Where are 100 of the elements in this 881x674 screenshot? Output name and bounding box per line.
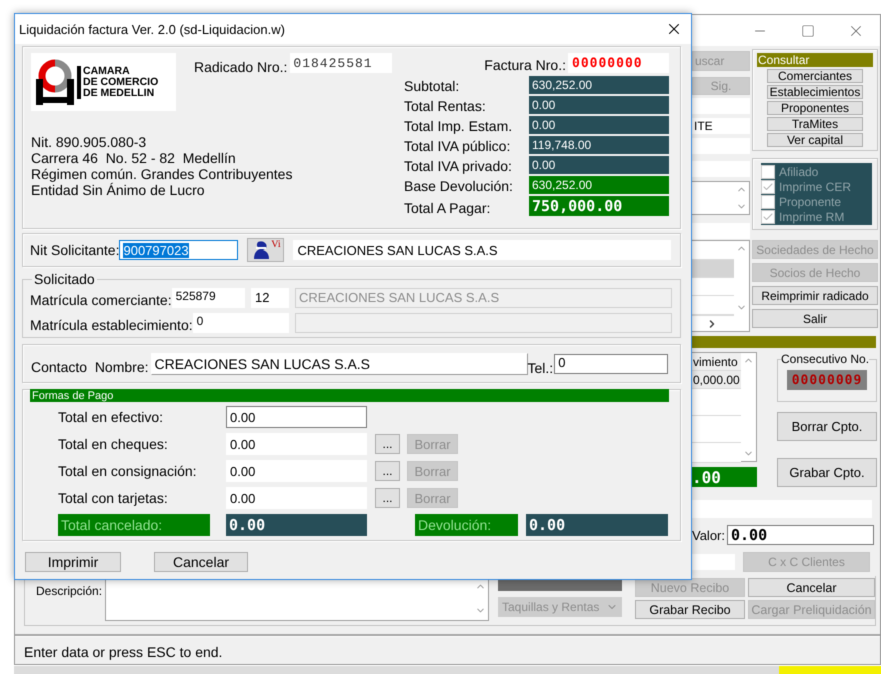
clear-button: Borrar [407,461,458,481]
company-info: Régimen común. Grandes Contribuyentes [31,166,294,182]
consult-button[interactable]: Proponentes [767,101,863,115]
check-icon [762,180,774,192]
consult-button[interactable]: Comerciantes [767,69,863,83]
side-button[interactable]: Reimprimir radicado [752,286,878,305]
window-title: Liquidación factura Ver. 2.0 (sd-Liquidacion.w) [19,22,285,36]
company-info: Entidad Sin Ánimo de Lucro [31,182,206,198]
field-label: Nit Solicitante: [30,242,120,258]
details-button[interactable]: ... [375,488,400,508]
total-value: .00 [692,467,757,487]
text-field[interactable] [692,138,750,154]
summary-value: 0.00 [526,514,668,536]
column-header: vimiento [692,353,741,371]
receipt-button[interactable]: Cancelar [748,578,875,597]
checkbox-label: Imprime CER [779,180,852,194]
text-field[interactable] [692,161,750,177]
summary-value: 0.00 [226,514,367,536]
accounts-button: C x C Clientes [743,552,870,572]
field-label: Radicado Nro.: [194,59,288,75]
side-button: Socios de Hecho [752,263,878,282]
checkbox[interactable] [761,164,775,178]
total-label: Subtotal: [404,77,460,94]
selected-list-row[interactable] [692,260,734,278]
field-label: Valor: [692,528,725,542]
receipt-button[interactable]: Grabar Recibo [635,600,745,619]
text-field[interactable] [692,223,750,239]
receipt-button: Cargar Preliquidación [748,600,875,619]
company-info: Carrera 46 No. 52 - 82 Medellín [31,150,237,166]
total-label: Total IVA privado: [404,157,513,174]
maximize-icon[interactable] [801,24,815,38]
group-legend: Solicitado [32,271,97,287]
lookup-button[interactable]: Vi [247,238,284,262]
save-concept-button[interactable]: Grabar Cpto. [777,458,877,487]
clear-button: Borrar [407,488,458,508]
amount-field[interactable]: 0.00 [226,433,367,455]
cancel-button[interactable]: Cancelar [154,552,248,572]
logo-text: DE COMERCIO [83,76,158,88]
text-field[interactable] [692,98,750,114]
total-label: Total A Pagar: [404,199,492,216]
field-label: Matrícula comerciante: [30,292,172,308]
checkbox[interactable] [761,194,775,208]
field-label: Matrícula establecimiento: [30,316,193,332]
total-value: 630,252.00 [529,176,669,194]
details-button[interactable]: ... [375,434,400,454]
side-button: Sociedades de Hecho [752,240,878,259]
list-cell: 0,000.00 [692,371,741,389]
text-field[interactable]: ITE [692,118,750,134]
clear-button: Borrar [407,434,458,454]
status-bar: Enter data or press ESC to end. [15,636,880,660]
radicado-field[interactable]: 018425581 [290,53,392,73]
total-label: Total IVA público: [404,137,512,154]
movement-list[interactable]: vimiento 0,000.00 [692,352,757,462]
side-button[interactable]: Salir [752,309,878,328]
text-field[interactable] [692,554,735,570]
checkbox[interactable] [761,180,775,194]
logo-text: DE MEDELLIN [83,88,156,98]
consult-button[interactable]: Establecimientos [767,85,863,99]
amount-field[interactable]: 0.00 [727,525,874,545]
payment-type-dropdown: Taquillas y Rentas [498,597,622,617]
receipt-button: Nuevo Recibo [635,578,745,597]
total-value: 119,748.00 [529,136,669,154]
panel-title: Consultar [757,53,873,67]
contact-name-field[interactable]: CREACIONES SAN LUCAS S.A.S [150,352,528,374]
nit-field[interactable]: 900797023 [119,240,238,260]
total-value: 0.00 [529,96,669,114]
checkbox[interactable] [761,210,775,224]
phone-field[interactable]: 0 [554,354,668,374]
checkbox-label: Imprime RM [779,210,844,224]
delete-concept-button[interactable]: Borrar Cpto. [777,412,877,441]
total-label: Total Rentas: [404,97,487,114]
field-label: Contacto Nombre: [31,358,148,374]
check-icon [762,210,774,222]
checkbox-label: Proponente [779,194,842,208]
total-label: Base Devolución: [404,177,514,194]
consult-button[interactable]: Ver capital [767,133,863,147]
invoice-number: 00000000 [568,53,669,73]
field-label: Total en efectivo: [58,409,164,425]
total-value: 0.00 [529,156,669,174]
amount-field[interactable]: 0.00 [226,460,367,482]
section-title: Formas de Pago [30,389,669,402]
details-button[interactable]: ... [375,461,400,481]
group-legend: Consecutivo No. [781,352,870,366]
consult-button[interactable]: TraMites [767,117,863,131]
total-value: 630,252.00 [529,76,669,94]
code-field[interactable]: 12 [251,288,289,308]
summary-label: Total cancelado: [58,514,210,536]
description-field[interactable] [105,578,489,621]
field-label: Factura Nro.: [484,57,566,73]
registration-field[interactable]: 525879 [172,288,245,308]
amount-field[interactable]: 0.00 [226,406,367,428]
logo-text: CAMARA [83,66,131,76]
total-value: 750,000.00 [529,196,669,216]
text-field[interactable] [692,500,872,518]
list-box[interactable] [692,181,750,215]
print-button[interactable]: Imprimir [25,552,121,572]
amount-field[interactable]: 0.00 [226,487,367,509]
name-field[interactable]: CREACIONES SAN LUCAS S.A.S [293,240,671,260]
registration-field[interactable]: 0 [192,312,289,332]
field-label: Total en cheques: [58,436,169,452]
